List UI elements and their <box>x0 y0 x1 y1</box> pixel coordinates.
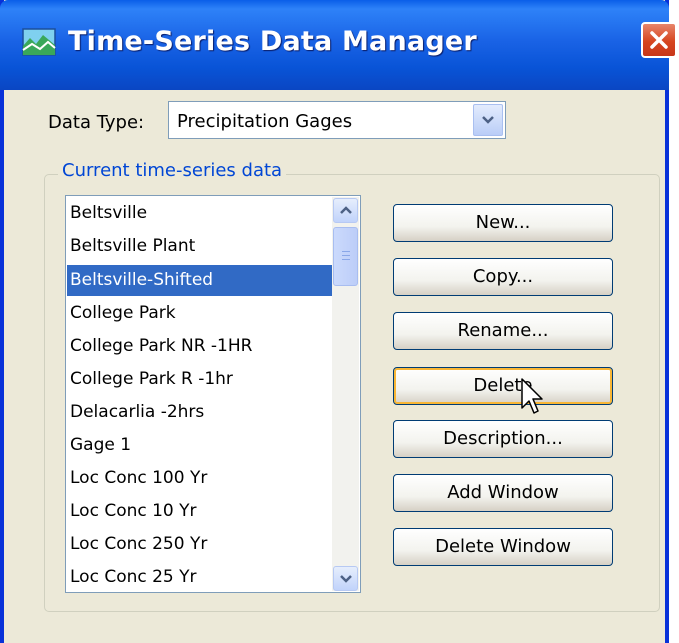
list-item[interactable]: Loc Conc 100 Yr <box>67 463 333 494</box>
data-type-dropdown-button[interactable] <box>473 104 503 136</box>
list-scrollbar[interactable] <box>332 197 359 591</box>
close-button[interactable] <box>641 22 677 58</box>
add-window-button[interactable]: Add Window <box>393 474 613 512</box>
list-item[interactable]: College Park NR -1HR <box>67 331 333 362</box>
list-item[interactable]: Loc Conc 250 Yr <box>67 529 333 560</box>
time-series-data-manager-window: Time-Series Data Manager Data Type: Prec… <box>0 0 677 643</box>
close-icon <box>650 31 668 49</box>
scroll-thumb[interactable] <box>333 227 358 286</box>
list-item[interactable]: College Park <box>67 298 333 329</box>
arrow-down-icon <box>340 575 352 583</box>
rename-button[interactable]: Rename... <box>393 312 613 350</box>
list-item[interactable]: Delacarlia -2hrs <box>67 397 333 428</box>
scroll-grip <box>342 251 350 252</box>
chevron-down-icon <box>482 116 494 124</box>
title-bar[interactable]: Time-Series Data Manager <box>0 0 669 90</box>
scroll-grip <box>342 259 350 260</box>
list-item[interactable]: Beltsville <box>67 198 333 229</box>
group-legend: Current time-series data <box>58 160 287 181</box>
data-type-label: Data Type: <box>48 112 145 133</box>
data-type-dropdown[interactable]: Precipitation Gages <box>168 101 506 139</box>
list-item[interactable]: Beltsville Plant <box>67 231 333 262</box>
list-item-selected[interactable]: Beltsville-Shifted <box>67 265 333 296</box>
mouse-pointer-icon <box>521 378 543 414</box>
data-manager-icon <box>22 28 56 56</box>
delete-window-button[interactable]: Delete Window <box>393 528 613 566</box>
scroll-grip <box>342 255 350 256</box>
time-series-list[interactable]: Beltsville Beltsville Plant Beltsville-S… <box>65 195 361 593</box>
copy-button[interactable]: Copy... <box>393 258 613 296</box>
list-item[interactable]: College Park R -1hr <box>67 364 333 395</box>
arrow-up-icon <box>340 206 352 214</box>
delete-button[interactable]: Delete <box>393 367 613 405</box>
scroll-down-button[interactable] <box>333 566 358 591</box>
window-title: Time-Series Data Manager <box>68 26 477 57</box>
data-type-value: Precipitation Gages <box>177 111 353 132</box>
list-item[interactable]: Gage 1 <box>67 430 333 461</box>
new-button[interactable]: New... <box>393 204 613 242</box>
list-item[interactable]: Loc Conc 25 Yr <box>67 562 333 592</box>
list-item[interactable]: Loc Conc 10 Yr <box>67 496 333 527</box>
scroll-up-button[interactable] <box>333 198 358 223</box>
description-button[interactable]: Description... <box>393 420 613 458</box>
